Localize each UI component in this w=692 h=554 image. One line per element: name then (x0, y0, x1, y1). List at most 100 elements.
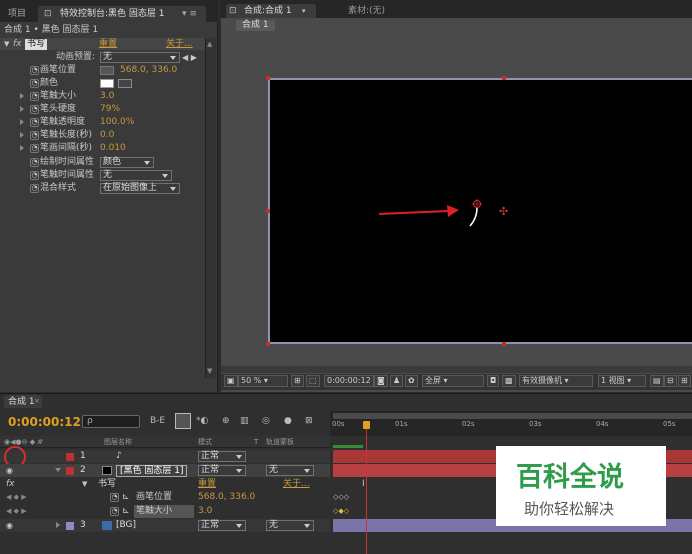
bbox-handle[interactable] (266, 209, 270, 213)
keyframe-nav-icon[interactable]: ◀ ◆ ▶ (6, 506, 27, 517)
frame-blend-icon[interactable]: ▥ (240, 416, 249, 427)
stopwatch-icon[interactable]: ◔ (30, 66, 39, 75)
brush-size-value[interactable]: 3.0 (100, 91, 114, 102)
timeline-effect-about[interactable]: 关于... (283, 479, 310, 490)
layer-color-label[interactable] (66, 453, 74, 461)
viewer-subtab[interactable]: 合成 1 (236, 20, 275, 31)
fx-icon[interactable]: fx (13, 39, 22, 50)
live-update-icon[interactable] (175, 413, 191, 429)
stopwatch-icon[interactable]: ◔ (110, 507, 119, 516)
paint-time-props-dropdown[interactable]: 颜色 (100, 157, 154, 168)
timecode-button[interactable]: 0:00:00:12 (324, 375, 374, 387)
transparency-grid-icon[interactable]: ▩ (502, 375, 516, 387)
stopwatch-icon[interactable]: ◔ (30, 118, 39, 127)
toggle-pixel-icon[interactable]: ▤ (650, 375, 664, 387)
crosshair-icon[interactable] (100, 66, 114, 75)
keyframe-markers[interactable]: ◇◆◇ (333, 506, 349, 517)
bbox-handle[interactable] (266, 342, 270, 346)
brush-spacing-value[interactable]: 0.010 (100, 143, 126, 154)
stopwatch-icon[interactable]: ◔ (30, 79, 39, 88)
bbox-handle[interactable] (502, 76, 506, 80)
roi-icon[interactable]: ◘ (487, 375, 500, 387)
layer-name[interactable]: ♪ (116, 451, 122, 462)
bbox-handle[interactable] (266, 76, 270, 80)
zoom-dropdown[interactable]: 50 % ▾ (238, 375, 288, 387)
snapshot-icon[interactable]: ◙ (374, 375, 388, 387)
left-scrollbar[interactable] (205, 38, 216, 378)
layer-color-label[interactable] (66, 467, 74, 475)
comp-mini-flowchart-icon[interactable]: B-E (150, 416, 165, 427)
brush-position-value[interactable]: 568.0, 336.0 (120, 65, 177, 76)
timeline-prop-value[interactable]: 3.0 (198, 506, 212, 517)
layer-row[interactable] (0, 450, 330, 463)
resolution-dropdown[interactable]: 全屏 ▾ (422, 375, 484, 387)
layer-mode-dropdown[interactable]: 正常 (198, 451, 246, 462)
expand-arrow-icon[interactable] (20, 119, 24, 125)
expand-arrow-icon[interactable] (56, 522, 60, 528)
stopwatch-icon[interactable]: ◔ (30, 105, 39, 114)
timeline-tab-close-icon[interactable]: × (34, 396, 40, 407)
mask-icon[interactable]: ⬚ (306, 375, 320, 387)
keyframe-nav-icon[interactable]: ◀ ◆ ▶ (6, 492, 27, 503)
graph-editor-icon[interactable]: ⊠ (305, 416, 313, 427)
expand-arrow-icon[interactable] (20, 93, 24, 99)
show-snapshot-icon[interactable]: ♟ (390, 375, 404, 387)
channels-icon[interactable]: ✿ (405, 375, 418, 387)
grid-icon[interactable]: ⊞ (291, 375, 304, 387)
layer-name[interactable]: [黑色 固态层 1] (116, 465, 188, 477)
fast-preview-icon[interactable]: ⊟ (664, 375, 677, 387)
tab-footage[interactable]: 素材:(无) (348, 6, 385, 17)
graph-icon[interactable]: ⊾ (122, 506, 130, 517)
effect-about-link[interactable]: 关于... (166, 39, 193, 50)
brush-opacity-value[interactable]: 100.0% (100, 117, 134, 128)
layer-trkmat-dropdown[interactable]: 无 (266, 465, 314, 476)
expand-arrow-icon[interactable] (20, 145, 24, 151)
eyedropper-icon[interactable] (118, 79, 132, 88)
draft-3d-icon[interactable]: *◐ (196, 416, 208, 427)
graph-icon[interactable]: ⊾ (122, 492, 130, 503)
expand-arrow-icon[interactable] (55, 468, 61, 472)
always-preview-icon[interactable]: ▣ (224, 375, 238, 387)
layer-name[interactable]: [BG] (116, 520, 136, 531)
anchor-point-icon[interactable]: ✣ (499, 206, 508, 217)
color-swatch[interactable] (100, 79, 114, 88)
layer-color-label[interactable] (66, 522, 74, 530)
stopwatch-icon[interactable]: ◔ (30, 171, 39, 180)
collapse-icon[interactable]: ▼ (82, 479, 87, 490)
layer-mode-dropdown[interactable]: 正常 (198, 465, 246, 476)
tab-project[interactable]: 项目 (8, 9, 26, 20)
tab-menu-icon[interactable]: ▾ ≡ (182, 9, 197, 20)
views-dropdown[interactable]: 1 视图 ▾ (598, 375, 646, 387)
bbox-handle[interactable] (502, 342, 506, 346)
layer-trkmat-dropdown[interactable]: 无 (266, 520, 314, 531)
stopwatch-icon[interactable]: ◔ (30, 158, 39, 167)
animation-presets-dropdown[interactable]: 无 (100, 52, 180, 63)
stopwatch-icon[interactable]: ◔ (30, 184, 39, 193)
motion-blur-icon[interactable]: ◎ (262, 416, 270, 427)
stopwatch-icon[interactable]: ◔ (110, 493, 119, 502)
brainstorm-icon[interactable]: ● (284, 416, 292, 427)
effect-reset-link[interactable]: 重置 (99, 39, 117, 50)
timeline-prop-value[interactable]: 568.0, 336.0 (198, 492, 255, 503)
brush-time-props-dropdown[interactable]: 无 (100, 170, 172, 181)
keyframe-markers[interactable]: ◇◇◇ (333, 492, 349, 503)
tab-comp-menu-icon[interactable]: ▾ (302, 6, 306, 17)
brush-hardness-value[interactable]: 79% (100, 104, 120, 115)
current-time-indicator[interactable] (363, 421, 370, 429)
expand-arrow-icon[interactable] (20, 106, 24, 112)
flowchart-icon[interactable]: ⊞ (678, 375, 691, 387)
timeline-effect-reset[interactable]: 重置 (198, 479, 216, 490)
expand-arrow-icon[interactable] (20, 132, 24, 138)
scroll-up-icon[interactable]: ▲ (207, 39, 212, 50)
fx-icon[interactable]: fx (6, 479, 15, 490)
preset-nav-icon[interactable]: ◀ ▶ (182, 52, 197, 63)
collapse-icon[interactable]: ▼ (4, 39, 9, 50)
stopwatch-icon[interactable]: ◔ (30, 92, 39, 101)
work-area-bar[interactable] (333, 413, 692, 419)
viewer-scrollbar[interactable] (221, 366, 692, 373)
paint-style-dropdown[interactable]: 在原始图像上 (100, 183, 180, 194)
stroke-length-value[interactable]: 0.0 (100, 130, 114, 141)
hide-shy-icon[interactable]: ⊕ (222, 416, 230, 427)
timeline-timecode[interactable]: 0:00:00:12 (8, 415, 81, 429)
eye-icon[interactable]: ◉ (6, 465, 13, 476)
